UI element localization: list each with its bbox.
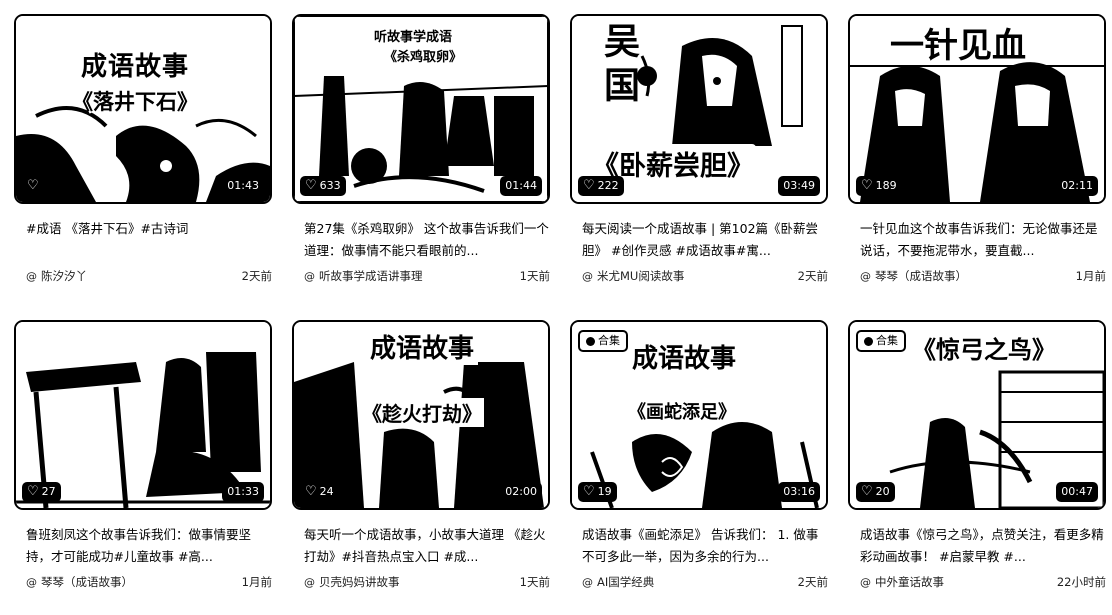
- duration-badge: 03:16: [778, 482, 820, 502]
- publish-time: 22小时前: [1056, 575, 1106, 589]
- collection-icon: [586, 336, 595, 346]
- heart-icon: ♡: [861, 484, 873, 499]
- video-thumbnail[interactable]: 成语故事 《落井下石》 ♡ 01:43: [14, 14, 272, 204]
- collection-label: 合集: [598, 334, 620, 347]
- video-thumbnail[interactable]: 一针见血 ♡ 189 02:11: [848, 14, 1106, 204]
- heart-icon: ♡: [27, 484, 39, 499]
- author-name[interactable]: 米尤MU阅读故事: [597, 268, 792, 284]
- heart-icon: ♡: [305, 484, 317, 499]
- author-name[interactable]: 贝壳妈妈讲故事: [319, 574, 514, 590]
- duration-badge: 01:33: [222, 482, 264, 502]
- overlay-subtitle: 《趁火打劫》: [360, 398, 484, 427]
- video-title[interactable]: 每天听一个成语故事，小故事大道理 《趁火打劫》#抖音热点宝入口 #成...: [304, 524, 550, 568]
- video-title[interactable]: 第27集《杀鸡取卵》 这个故事告诉我们一个道理：做事情不能只看眼前的...: [304, 218, 550, 262]
- duration-badge: 02:00: [500, 482, 542, 502]
- video-title[interactable]: #成语 《落井下石》#古诗词: [26, 218, 272, 240]
- heart-icon: ♡: [583, 178, 595, 193]
- author-icon: @: [860, 575, 871, 589]
- heart-icon: ♡: [583, 484, 595, 499]
- collection-badge: 合集: [856, 330, 906, 352]
- overlay-subtitle: 《画蛇添足》: [628, 402, 736, 423]
- duration-badge: 00:47: [1056, 482, 1098, 502]
- overlay-title: 成语故事: [366, 328, 479, 365]
- video-thumbnail[interactable]: 吴国 《卧薪尝胆》 ♡ 222 03:49: [570, 14, 828, 204]
- overlay-title: 一针见血: [890, 26, 1026, 66]
- overlay-title: 成语故事: [632, 344, 737, 374]
- likes-badge: ♡ 27: [22, 482, 61, 502]
- author-name[interactable]: 陈汐汐丫: [41, 268, 236, 284]
- video-thumbnail[interactable]: 听故事学成语 《杀鸡取卵》 ♡ 633 01:44: [292, 14, 550, 204]
- video-meta: @ 琴琴（成语故事） 1月前: [860, 267, 1106, 285]
- thumbnail-illustration: [16, 322, 270, 508]
- author-name[interactable]: AI国学经典: [597, 574, 792, 590]
- publish-time: 1月前: [1075, 269, 1106, 283]
- likes-count: 20: [875, 485, 890, 498]
- likes-count: 19: [597, 485, 612, 498]
- video-meta: @ 中外童话故事 22小时前: [860, 573, 1106, 591]
- overlay-title: 听故事学成语: [374, 30, 453, 45]
- collection-badge: 合集: [578, 330, 628, 352]
- video-meta: @ 陈汐汐丫 2天前: [26, 267, 272, 285]
- duration-badge: 01:44: [500, 176, 542, 196]
- collection-icon: [864, 336, 873, 346]
- publish-time: 1天前: [519, 575, 550, 589]
- author-icon: @: [860, 269, 871, 283]
- author-icon: @: [26, 575, 37, 589]
- likes-badge: ♡: [22, 176, 47, 196]
- overlay-title: 《惊弓之鸟》: [912, 336, 1056, 364]
- video-meta: @ 琴琴（成语故事） 1月前: [26, 573, 272, 591]
- likes-badge: ♡ 20: [856, 482, 895, 502]
- likes-badge: ♡ 633: [300, 176, 346, 196]
- publish-time: 2天前: [797, 269, 828, 283]
- video-thumbnail[interactable]: 合集 《惊弓之鸟》 ♡ 20 00:47: [848, 320, 1106, 510]
- publish-time: 1月前: [241, 575, 272, 589]
- video-thumbnail[interactable]: 合集 成语故事 《画蛇添足》 ♡ 19 03:16: [570, 320, 828, 510]
- likes-badge: ♡ 19: [578, 482, 617, 502]
- overlay-subtitle: 《落井下石》: [72, 90, 198, 114]
- collection-label: 合集: [876, 334, 898, 347]
- author-icon: @: [582, 269, 593, 283]
- video-meta: @ 贝壳妈妈讲故事 1天前: [304, 573, 550, 591]
- publish-time: 1天前: [519, 269, 550, 283]
- likes-count: 27: [41, 485, 56, 498]
- video-title[interactable]: 成语故事《惊弓之鸟》，点赞关注，看更多精彩动画故事！ #启蒙早教 #...: [860, 524, 1106, 568]
- video-thumbnail[interactable]: ♡ 27 01:33: [14, 320, 272, 510]
- duration-badge: 02:11: [1056, 176, 1098, 196]
- video-thumbnail[interactable]: 成语故事 《趁火打劫》 ♡ 24 02:00: [292, 320, 550, 510]
- publish-time: 2天前: [241, 269, 272, 283]
- likes-badge: ♡ 189: [856, 176, 902, 196]
- author-icon: @: [26, 269, 37, 283]
- likes-badge: ♡ 222: [578, 176, 624, 196]
- overlay-title: 成语故事: [81, 52, 190, 82]
- video-title[interactable]: 一针见血这个故事告诉我们：无论做事还是说话，不要拖泥带水，要直截...: [860, 218, 1106, 262]
- video-meta: @ 米尤MU阅读故事 2天前: [582, 267, 828, 285]
- video-title[interactable]: 成语故事《画蛇添足》 告诉我们： 1. 做事不可多此一举，因为多余的行为...: [582, 524, 828, 568]
- duration-badge: 03:49: [778, 176, 820, 196]
- likes-count: 24: [319, 485, 334, 498]
- likes-count: 633: [319, 179, 341, 192]
- likes-badge: ♡ 24: [300, 482, 339, 502]
- video-meta: @ 听故事学成语讲事理 1天前: [304, 267, 550, 285]
- video-meta: @ AI国学经典 2天前: [582, 573, 828, 591]
- overlay-subtitle: 《杀鸡取卵》: [384, 50, 463, 65]
- likes-count: 222: [597, 179, 619, 192]
- heart-icon: ♡: [861, 178, 873, 193]
- author-name[interactable]: 琴琴（成语故事）: [41, 574, 236, 590]
- author-icon: @: [582, 575, 593, 589]
- author-name[interactable]: 琴琴（成语故事）: [875, 268, 1070, 284]
- duration-badge: 01:43: [222, 176, 264, 196]
- overlay-title: 吴国: [598, 22, 639, 110]
- author-icon: @: [304, 575, 315, 589]
- video-title[interactable]: 每天阅读一个成语故事 | 第102篇《卧薪尝胆》 #创作灵感 #成语故事#寓..…: [582, 218, 828, 262]
- author-name[interactable]: 中外童话故事: [875, 574, 1051, 590]
- author-icon: @: [304, 269, 315, 283]
- video-title[interactable]: 鲁班刻凤这个故事告诉我们：做事情要坚持，才可能成功#儿童故事 #高...: [26, 524, 272, 568]
- heart-icon: ♡: [305, 178, 317, 193]
- heart-icon: ♡: [27, 178, 39, 193]
- publish-time: 2天前: [797, 575, 828, 589]
- author-name[interactable]: 听故事学成语讲事理: [319, 268, 514, 284]
- likes-count: 189: [875, 179, 897, 192]
